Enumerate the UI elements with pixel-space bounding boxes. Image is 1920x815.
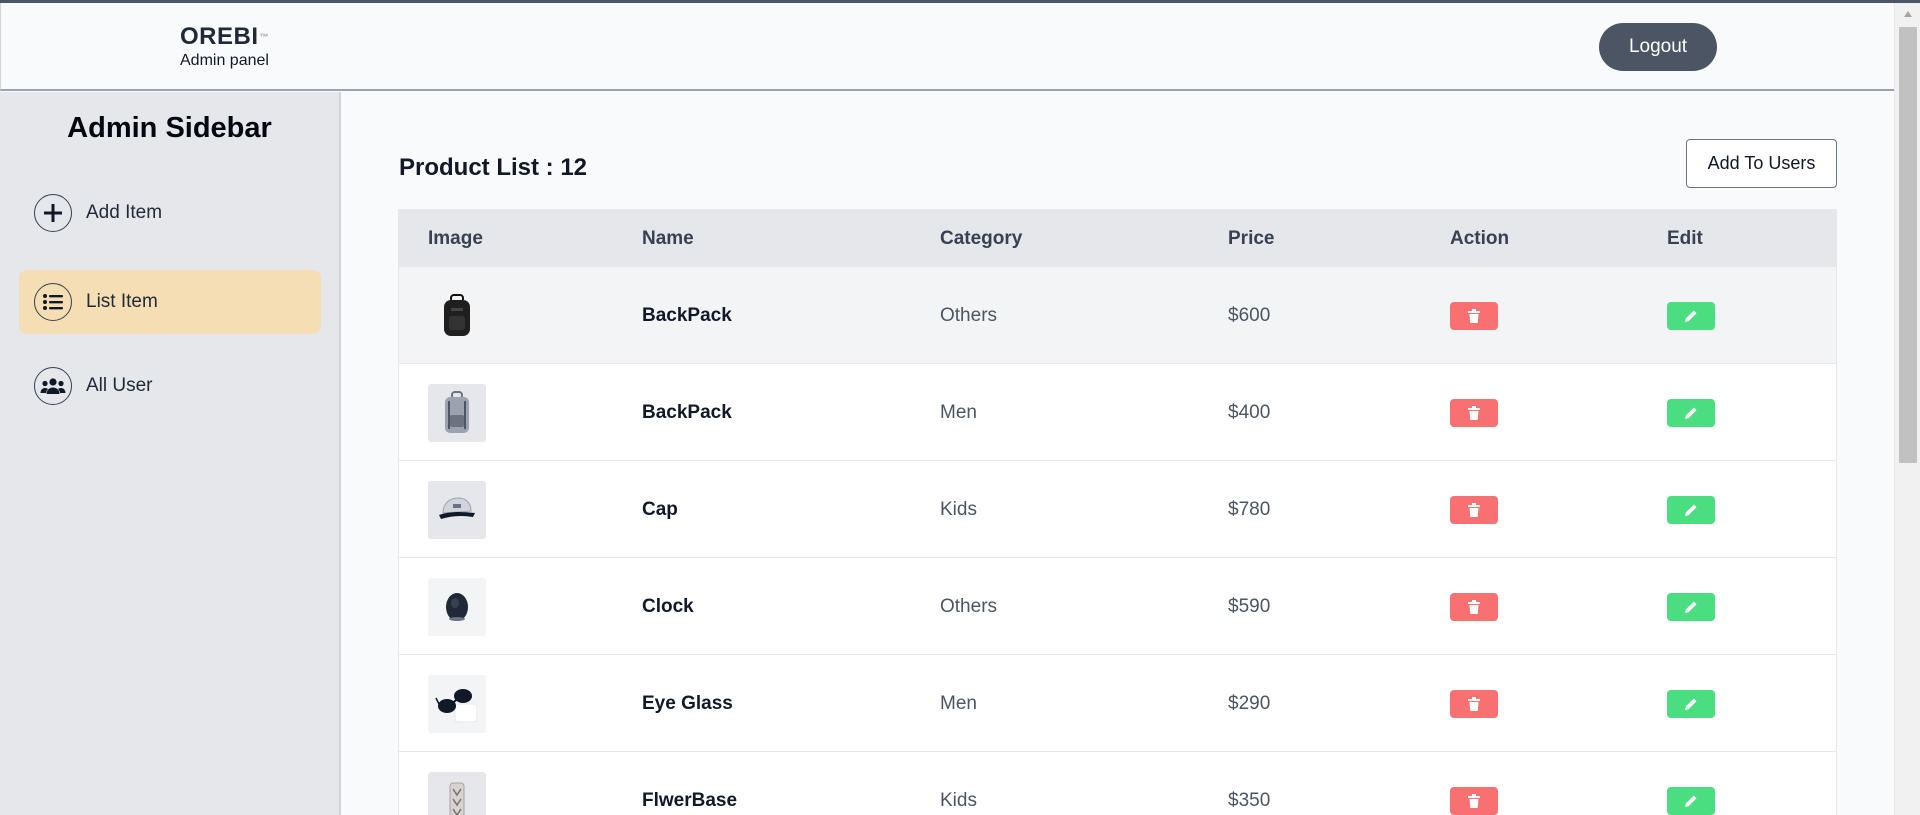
product-name: Eye Glass	[642, 692, 733, 714]
edit-button[interactable]	[1667, 495, 1715, 524]
clock-icon	[428, 577, 486, 636]
admin-sidebar: Admin Sidebar Add Item List Item All Use…	[0, 92, 341, 815]
table-row: FlwerBase Kids $350	[399, 752, 1836, 815]
product-price: $780	[1228, 498, 1271, 520]
cap-icon	[428, 480, 486, 539]
page-title: Product List : 12	[399, 154, 588, 181]
pencil-icon	[1685, 795, 1697, 807]
scroll-up-arrow-icon[interactable]	[1895, 3, 1920, 25]
pencil-icon	[1685, 698, 1697, 710]
product-name: BackPack	[642, 304, 732, 326]
product-name: Cap	[642, 498, 678, 520]
column-header-price: Price	[1228, 228, 1275, 249]
product-price: $290	[1228, 692, 1271, 714]
table-header: Image Name Category Price Action Edit	[399, 210, 1836, 267]
backpack-black-icon	[428, 286, 486, 345]
plus-circle-icon	[34, 194, 72, 232]
add-to-users-button[interactable]: Add To Users	[1686, 139, 1837, 188]
main-content: Product List : 12 Add To Users Image Nam…	[341, 92, 1894, 815]
product-price: $590	[1228, 595, 1271, 617]
delete-button[interactable]	[1450, 398, 1498, 427]
pencil-icon	[1685, 310, 1697, 322]
sidebar-title: Admin Sidebar	[67, 112, 272, 144]
brand[interactable]: OREBI™ Admin panel	[180, 24, 269, 71]
sidebar-item-label: All User	[86, 375, 153, 396]
product-price: $600	[1228, 304, 1271, 326]
sidebar-item-list-item[interactable]: List Item	[19, 270, 321, 334]
edit-button[interactable]	[1667, 398, 1715, 427]
product-name: FlwerBase	[642, 789, 738, 811]
backpack-grey-icon	[428, 383, 486, 442]
trash-icon	[1468, 502, 1480, 517]
product-category: Men	[940, 692, 977, 714]
trash-icon	[1468, 308, 1480, 323]
sidebar-item-label: Add Item	[86, 202, 163, 223]
trash-icon	[1468, 405, 1480, 420]
page-scrollbar[interactable]	[1894, 3, 1920, 815]
column-header-action: Action	[1450, 228, 1510, 249]
edit-button[interactable]	[1667, 301, 1715, 330]
product-name: BackPack	[642, 401, 732, 423]
pencil-icon	[1685, 407, 1697, 419]
delete-button[interactable]	[1450, 689, 1498, 718]
product-price: $400	[1228, 401, 1271, 423]
logout-button[interactable]: Logout	[1599, 23, 1717, 71]
product-category: Others	[940, 304, 998, 326]
product-price: $350	[1228, 789, 1271, 811]
edit-button[interactable]	[1667, 786, 1715, 815]
column-header-edit: Edit	[1667, 228, 1703, 249]
top-header: OREBI™ Admin panel Logout	[0, 3, 1894, 91]
edit-button[interactable]	[1667, 592, 1715, 621]
brand-name: OREBI	[180, 23, 259, 50]
trash-icon	[1468, 793, 1480, 808]
sidebar-item-label: List Item	[86, 291, 158, 312]
product-category: Kids	[940, 789, 977, 811]
brand-logo: OREBI™	[180, 24, 269, 50]
table-row: Clock Others $590	[399, 558, 1836, 655]
users-icon	[34, 367, 72, 405]
column-header-name: Name	[642, 228, 694, 249]
table-row: Eye Glass Men $290	[399, 655, 1836, 752]
scrollbar-thumb[interactable]	[1899, 27, 1917, 463]
trash-icon	[1468, 696, 1480, 711]
flower-vase-icon	[428, 771, 486, 815]
list-icon	[34, 283, 72, 321]
table-row: BackPack Men $400	[399, 364, 1836, 461]
delete-button[interactable]	[1450, 786, 1498, 815]
product-table: Image Name Category Price Action Edit Ba…	[398, 209, 1837, 815]
product-category: Kids	[940, 498, 977, 520]
eyeglass-icon	[428, 674, 486, 733]
brand-mark: ™	[259, 32, 270, 42]
pencil-icon	[1685, 601, 1697, 613]
edit-button[interactable]	[1667, 689, 1715, 718]
pencil-icon	[1685, 504, 1697, 516]
delete-button[interactable]	[1450, 301, 1498, 330]
product-category: Others	[940, 595, 998, 617]
delete-button[interactable]	[1450, 495, 1498, 524]
column-header-category: Category	[940, 228, 1023, 249]
table-row: Cap Kids $780	[399, 461, 1836, 558]
brand-subtitle: Admin panel	[180, 52, 269, 69]
product-category: Men	[940, 401, 977, 423]
product-name: Clock	[642, 595, 694, 617]
trash-icon	[1468, 599, 1480, 614]
sidebar-item-add-item[interactable]: Add Item	[19, 181, 321, 245]
delete-button[interactable]	[1450, 592, 1498, 621]
column-header-image: Image	[428, 228, 483, 249]
table-row: BackPack Others $600	[399, 267, 1836, 364]
sidebar-item-all-user[interactable]: All User	[19, 354, 321, 418]
